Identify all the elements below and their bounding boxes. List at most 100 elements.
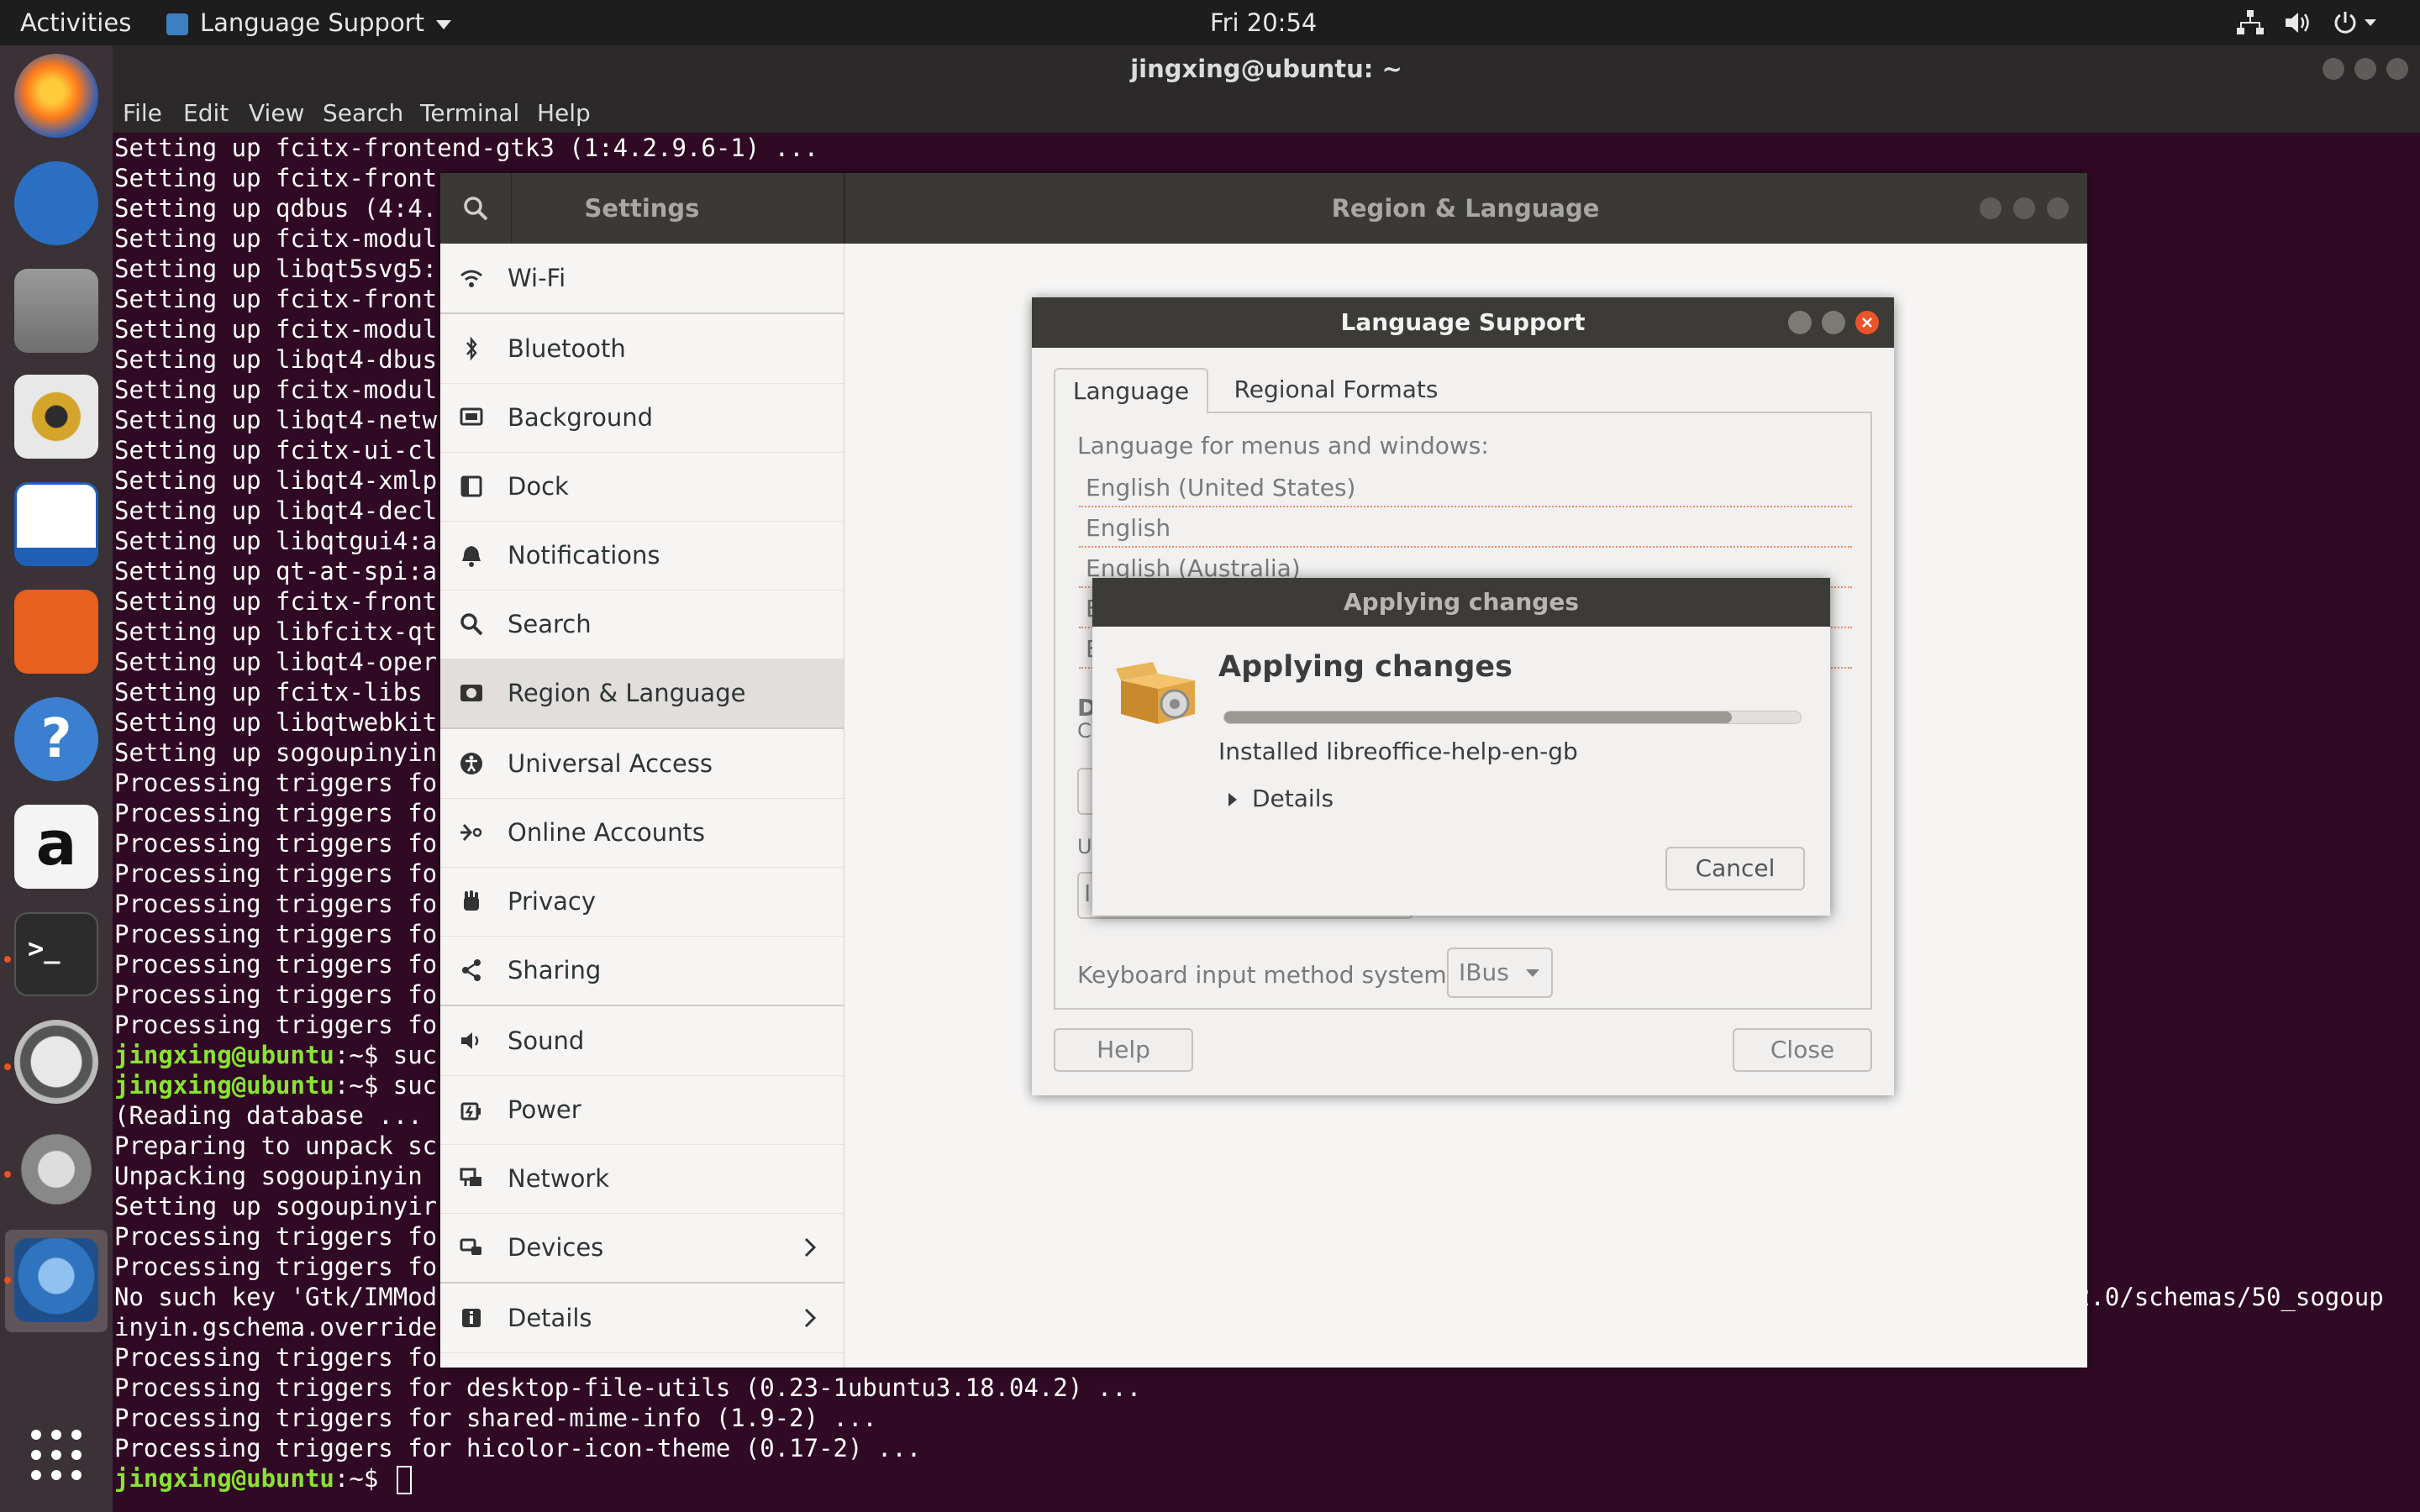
sidebar-item-universal-access[interactable]: Universal Access bbox=[440, 729, 844, 799]
sidebar-item-online-accounts[interactable]: Online Accounts bbox=[440, 798, 844, 868]
expander-arrow-icon bbox=[1228, 793, 1237, 806]
terminal-line: No such key 'Gtk/IMMod bbox=[114, 1283, 438, 1311]
terminal-line: Setting up fcitx-front bbox=[114, 285, 438, 313]
sidebar-item-label: Sound bbox=[508, 1026, 585, 1055]
keyboard-input-method-select[interactable]: IBus bbox=[1447, 948, 1553, 998]
sidebar-item-notifications[interactable]: Notifications bbox=[440, 521, 844, 591]
terminal-line: Setting up libfcitx-qt bbox=[114, 617, 438, 646]
terminal-line: Setting up fcitx-ui-cl bbox=[114, 436, 438, 465]
settings-headerbar[interactable]: Settings Region & Language bbox=[440, 173, 2087, 244]
terminal-line: Setting up libqtwebkit bbox=[114, 708, 438, 737]
terminal-close-button[interactable] bbox=[2386, 58, 2408, 80]
details-expander[interactable]: Details bbox=[1228, 785, 1334, 812]
settings-close-button[interactable] bbox=[2047, 197, 2069, 219]
terminal-minimize-button[interactable] bbox=[2323, 58, 2344, 80]
terminal-menu-terminal[interactable]: Terminal bbox=[420, 92, 519, 134]
thunderbird-icon[interactable] bbox=[14, 161, 98, 245]
sidebar-item-region-language[interactable]: Region & Language bbox=[440, 659, 844, 728]
writer-icon[interactable] bbox=[14, 482, 98, 566]
sidebar-item-bluetooth[interactable]: Bluetooth bbox=[440, 314, 844, 384]
sidebar-item-dock[interactable]: Dock bbox=[440, 452, 844, 522]
terminal-line: Setting up libqtgui4:a bbox=[114, 527, 438, 555]
settings-minimize-button[interactable] bbox=[1980, 197, 2002, 219]
applying-changes-titlebar[interactable]: Applying changes bbox=[1092, 578, 1830, 627]
language-support-title: Language Support bbox=[1340, 308, 1586, 336]
terminal-line: Processing triggers fo bbox=[114, 920, 438, 948]
terminal-title: jingxing@ubuntu: ~ bbox=[1130, 55, 1402, 83]
language-item-english[interactable]: English bbox=[1079, 509, 1852, 548]
tab-language[interactable]: Language bbox=[1054, 368, 1208, 413]
terminal-menu-help[interactable]: Help bbox=[537, 92, 591, 134]
tab-regional-formats[interactable]: Regional Formats bbox=[1212, 368, 1460, 412]
terminal-titlebar[interactable]: jingxing@ubuntu: ~ bbox=[113, 45, 2420, 92]
ls-close-button[interactable] bbox=[1855, 311, 1879, 334]
language-support-titlebar[interactable]: Language Support bbox=[1032, 297, 1894, 348]
system-settings-icon[interactable] bbox=[14, 1127, 98, 1211]
sidebar-item-sound[interactable]: Sound bbox=[440, 1006, 844, 1076]
sidebar-item-network[interactable]: Network bbox=[440, 1144, 844, 1214]
sidebar-item-privacy[interactable]: Privacy bbox=[440, 867, 844, 937]
activities-button[interactable]: Activities bbox=[20, 0, 131, 45]
sidebar-item-label: Sharing bbox=[508, 956, 602, 984]
close-icon bbox=[1862, 318, 1872, 328]
progress-bar bbox=[1223, 711, 1802, 724]
terminal-line: Processing triggers fo bbox=[114, 769, 438, 797]
sidebar-item-details[interactable]: Details bbox=[440, 1284, 844, 1353]
terminal-menu-edit[interactable]: Edit bbox=[183, 92, 229, 134]
keyboard-input-method-value: IBus bbox=[1459, 958, 1509, 986]
volume-icon[interactable] bbox=[2284, 10, 2312, 35]
terminal-line: Processing triggers fo bbox=[114, 980, 438, 1009]
terminal-cursor bbox=[396, 1466, 412, 1494]
ls-maximize-button[interactable] bbox=[1822, 311, 1845, 334]
software-updater-icon[interactable] bbox=[14, 1020, 98, 1104]
close-button[interactable]: Close bbox=[1733, 1028, 1872, 1072]
menus-windows-label: Language for menus and windows: bbox=[1077, 432, 1489, 459]
settings-maximize-button[interactable] bbox=[2013, 197, 2035, 219]
sidebar-item-background[interactable]: Background bbox=[440, 383, 844, 453]
terminal-line: jingxing@ubuntu:~$ suc bbox=[114, 1070, 437, 1100]
terminal-line: Processing triggers fo bbox=[114, 1222, 438, 1251]
sidebar-item-search[interactable]: Search bbox=[440, 590, 844, 659]
amazon-icon[interactable]: a bbox=[14, 805, 98, 889]
terminal-menubar: File Edit View Search Terminal Help bbox=[113, 92, 2420, 133]
terminal-line: Processing triggers fo bbox=[114, 829, 438, 858]
ls-minimize-button[interactable] bbox=[1788, 311, 1812, 334]
sidebar-item-label: Notifications bbox=[508, 541, 660, 570]
terminal-icon[interactable]: >_ bbox=[14, 912, 98, 996]
sidebar-item-wi-fi[interactable]: Wi-Fi bbox=[440, 244, 844, 313]
install-status-text: Installed libreoffice-help-en-gb bbox=[1218, 738, 1578, 765]
terminal-menu-file[interactable]: File bbox=[123, 92, 162, 134]
rhythmbox-icon[interactable] bbox=[14, 375, 98, 459]
terminal-menu-view[interactable]: View bbox=[249, 92, 304, 134]
terminal-line: Processing triggers for hicolor-icon-the… bbox=[114, 1434, 922, 1462]
language-support-icon[interactable] bbox=[14, 1238, 98, 1322]
help-button[interactable]: Help bbox=[1054, 1028, 1193, 1072]
applying-changes-heading: Applying changes bbox=[1218, 650, 1512, 684]
terminal-command: :~$ suc bbox=[334, 1041, 438, 1069]
network-icon bbox=[460, 1168, 481, 1186]
sidebar-item-power[interactable]: Power bbox=[440, 1075, 844, 1145]
clock[interactable]: Fri 20:54 bbox=[1210, 0, 1317, 45]
help-icon[interactable]: ? bbox=[14, 697, 98, 781]
terminal-line: Setting up fcitx-front bbox=[114, 587, 438, 616]
language-item-english-us[interactable]: English (United States) bbox=[1079, 469, 1852, 507]
sidebar-item-sharing[interactable]: Sharing bbox=[440, 936, 844, 1005]
show-applications-icon[interactable] bbox=[28, 1426, 85, 1483]
terminal-maximize-button[interactable] bbox=[2354, 58, 2376, 80]
firefox-icon[interactable] bbox=[14, 54, 98, 138]
sidebar-item-label: Power bbox=[508, 1095, 581, 1124]
cancel-button[interactable]: Cancel bbox=[1665, 847, 1805, 890]
files-icon[interactable] bbox=[14, 269, 98, 353]
chevron-right-icon bbox=[804, 1237, 817, 1257]
terminal-command: :~$ suc bbox=[334, 1071, 438, 1100]
terminal-menu-search[interactable]: Search bbox=[323, 92, 403, 134]
software-center-icon[interactable] bbox=[14, 590, 98, 674]
app-menu[interactable]: Language Support bbox=[166, 0, 451, 45]
power-menu-icon[interactable] bbox=[2333, 10, 2378, 35]
terminal-prompt: jingxing@ubuntu bbox=[114, 1464, 334, 1493]
sidebar-item-label: Online Accounts bbox=[508, 818, 705, 847]
network-status-icon[interactable] bbox=[2237, 10, 2264, 35]
terminal-line: Setting up libqt4-xmlp bbox=[114, 466, 438, 495]
sidebar-item-devices[interactable]: Devices bbox=[440, 1213, 844, 1283]
dock: ? a >_ bbox=[0, 45, 113, 1512]
